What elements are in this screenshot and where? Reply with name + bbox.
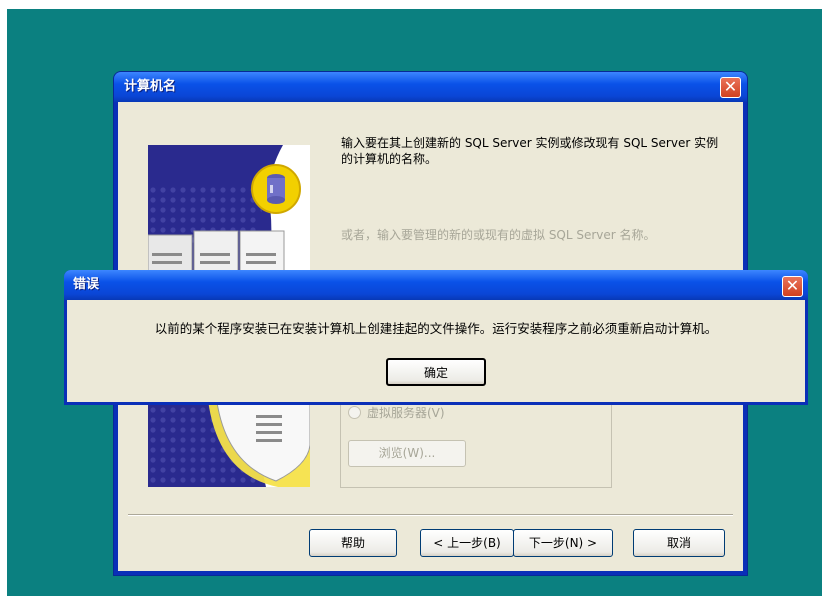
error-title: 错误 — [73, 277, 100, 292]
error-message: 以前的某个程序安装已在安装计算机上创建挂起的文件操作。运行安装程序之前必须重新启… — [154, 321, 718, 336]
radio-virtual-server-label: 虚拟服务器(V) — [367, 406, 445, 420]
back-button[interactable]: < 上一步(B) — [420, 529, 514, 557]
window-title-bar[interactable]: 计算机名 — [114, 72, 747, 102]
help-button[interactable]: 帮助 — [309, 529, 397, 557]
virtual-server-hint: 或者，输入要管理的新的或现有的虚拟 SQL Server 名称。 — [341, 228, 656, 242]
radio-circle[interactable] — [348, 406, 361, 419]
ok-button[interactable]: 确定 — [386, 358, 486, 386]
error-dialog: 错误 ✕ 以前的某个程序安装已在安装计算机上创建挂起的文件操作。运行安装程序之前… — [64, 270, 808, 405]
close-icon[interactable]: ✕ — [782, 276, 803, 297]
error-client-area: 以前的某个程序安装已在安装计算机上创建挂起的文件操作。运行安装程序之前必须重新启… — [67, 300, 805, 402]
button-separator — [128, 514, 733, 516]
close-icon[interactable]: ✕ — [720, 77, 741, 98]
next-button[interactable]: 下一步(N) > — [513, 529, 613, 557]
radio-virtual-server[interactable]: 虚拟服务器(V) — [348, 404, 445, 421]
intro-text: 输入要在其上创建新的 SQL Server 实例或修改现有 SQL Server… — [341, 136, 719, 166]
cancel-button[interactable]: 取消 — [633, 529, 725, 557]
database-icon — [251, 164, 301, 214]
window-title: 计算机名 — [124, 79, 177, 94]
error-title-bar[interactable]: 错误 — [64, 270, 808, 300]
browse-button[interactable]: 浏览(W)... — [348, 440, 466, 467]
